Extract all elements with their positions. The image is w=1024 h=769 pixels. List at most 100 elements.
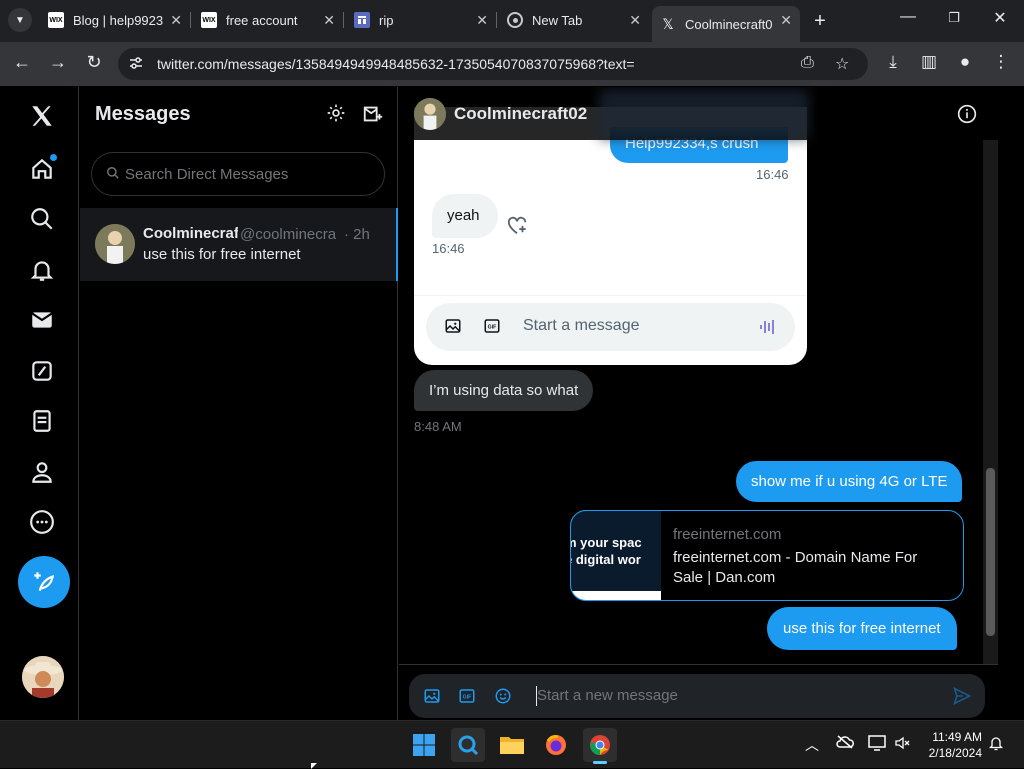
- feather-plus-icon: [34, 572, 55, 591]
- notification-bell-icon[interactable]: [988, 735, 1004, 754]
- back-icon[interactable]: ←: [10, 52, 34, 73]
- tab-search-button[interactable]: ▼: [8, 8, 32, 32]
- address-bar[interactable]: twitter.com/messages/1358494949948485632…: [118, 48, 868, 80]
- windows-start-icon[interactable]: [407, 728, 441, 762]
- chevron-up-icon[interactable]: ︿: [805, 735, 819, 755]
- account-avatar[interactable]: [22, 656, 64, 698]
- menu-icon[interactable]: ⋮: [990, 52, 1012, 72]
- tab-coolminecraft[interactable]: 𝕏 Coolminecraft0 ✕: [652, 6, 800, 42]
- more-icon[interactable]: [22, 502, 62, 542]
- tab-title: free account: [226, 12, 298, 28]
- close-window-icon[interactable]: ✕: [990, 8, 1010, 28]
- emoji-icon[interactable]: [494, 687, 512, 710]
- chat-header: Coolminecraft02: [399, 87, 998, 140]
- display-icon[interactable]: [868, 735, 886, 754]
- tab-rip[interactable]: rip ✕: [346, 6, 496, 34]
- tab-blog[interactable]: WIX Blog | help9923 ✕: [40, 6, 190, 34]
- bookmark-star-icon[interactable]: ☆: [835, 54, 849, 74]
- x-logo-icon[interactable]: [22, 96, 62, 136]
- composer-box[interactable]: GIF Start a new message: [409, 674, 985, 718]
- message-bubble-incoming[interactable]: I’m using data so what: [414, 370, 594, 411]
- link-preview-card[interactable]: m your spac e digital wor freeinternet.c…: [570, 510, 964, 601]
- avatar: [95, 224, 135, 264]
- divider: [414, 295, 807, 296]
- mail-icon[interactable]: [22, 300, 62, 340]
- message-timestamp: 8:48 AM: [414, 419, 462, 434]
- scrollbar-thumb[interactable]: [986, 468, 995, 636]
- heart-plus-icon: [506, 215, 528, 240]
- wix-favicon-icon: WIX: [201, 12, 217, 28]
- chrome-icon: [507, 12, 523, 28]
- grok-icon[interactable]: [22, 351, 62, 391]
- download-icon[interactable]: ⤓: [882, 52, 904, 72]
- screenshot-timestamp: 16:46: [756, 167, 789, 182]
- file-explorer-icon[interactable]: [495, 728, 529, 762]
- svg-text:GIF: GIF: [463, 694, 473, 700]
- tab-separator: [190, 12, 191, 28]
- new-message-icon[interactable]: [362, 103, 386, 127]
- close-icon[interactable]: ✕: [780, 12, 792, 29]
- gif-icon[interactable]: GIF: [458, 687, 476, 710]
- form-icon: [354, 12, 370, 28]
- side-panel-icon[interactable]: ▥: [918, 52, 940, 72]
- post-button[interactable]: [18, 556, 70, 608]
- conversation-item[interactable]: Coolminecraft02 @coolminecra · 2h use th…: [80, 208, 398, 281]
- home-icon[interactable]: [22, 149, 62, 189]
- close-icon[interactable]: ✕: [170, 12, 182, 29]
- windows-taskbar: ︿ 11:49 AM 2/18/2024: [0, 720, 1024, 769]
- firefox-icon[interactable]: [539, 728, 573, 762]
- conversation-time: · 2h: [344, 226, 370, 243]
- new-tab-button[interactable]: +: [808, 10, 832, 33]
- taskbar-search-icon[interactable]: [451, 728, 485, 762]
- bell-icon[interactable]: [22, 250, 62, 290]
- volume-muted-icon[interactable]: [894, 735, 910, 754]
- messages-panel: Messages Search Direct Messages Coolmine…: [80, 87, 398, 720]
- profile-icon[interactable]: ●: [954, 52, 976, 72]
- tab-title: Blog | help9923: [73, 12, 163, 28]
- chat-contact-name[interactable]: Coolminecraft02: [454, 104, 587, 124]
- lists-icon[interactable]: [22, 401, 62, 441]
- shared-screenshot-image[interactable]: Help992334,s crush 16:46 yeah 16:46 GIF …: [414, 107, 807, 365]
- voice-icon: [758, 317, 778, 342]
- forward-icon[interactable]: →: [46, 52, 70, 73]
- search-placeholder: Search Direct Messages: [125, 166, 289, 183]
- avatar[interactable]: [414, 98, 446, 130]
- send-icon[interactable]: [952, 686, 972, 711]
- image-icon: [444, 317, 462, 340]
- site-info-icon[interactable]: [128, 55, 144, 74]
- thumbnail-text: m your spac: [571, 535, 642, 550]
- chrome-taskbar-icon[interactable]: [583, 728, 617, 764]
- minimize-icon[interactable]: —: [898, 8, 918, 26]
- close-icon[interactable]: ✕: [323, 12, 335, 29]
- notification-dot: [50, 154, 57, 161]
- message-bubble-outgoing[interactable]: show me if u using 4G or LTE: [736, 461, 963, 502]
- install-app-icon[interactable]: ⎙: [801, 54, 814, 72]
- tab-free-account[interactable]: WIX free account ✕: [193, 6, 343, 34]
- chat-panel: Coolminecraft02 Help992334,s crush 16:46…: [399, 87, 998, 720]
- settings-gear-icon[interactable]: [326, 103, 350, 127]
- screenshot-composer-placeholder: Start a message: [523, 317, 640, 334]
- tab-new-tab[interactable]: New Tab ✕: [499, 6, 649, 34]
- profile-icon[interactable]: [22, 452, 62, 492]
- reload-icon[interactable]: ↻: [82, 52, 106, 73]
- close-icon[interactable]: ✕: [629, 12, 641, 29]
- twitter-left-nav: [0, 87, 79, 720]
- browser-window: ▼ WIX Blog | help9923 ✕ WIX free account…: [0, 0, 1024, 720]
- close-icon[interactable]: ✕: [476, 12, 488, 29]
- search-dm-input[interactable]: Search Direct Messages: [91, 152, 385, 196]
- search-icon[interactable]: [22, 199, 62, 239]
- clock-time: 11:49 AM: [932, 730, 982, 744]
- message-bubble-outgoing[interactable]: use this for free internet: [767, 607, 957, 650]
- search-icon: [106, 166, 120, 185]
- system-clock[interactable]: 11:49 AM 2/18/2024: [918, 729, 982, 761]
- restore-icon[interactable]: ❐: [944, 10, 964, 26]
- cloud-offline-icon[interactable]: [836, 735, 854, 752]
- mouse-cursor: [311, 763, 317, 769]
- screenshot-incoming-bubble: yeah: [432, 194, 498, 238]
- screenshot-composer: GIF Start a message: [426, 303, 795, 351]
- tab-strip: ▼ WIX Blog | help9923 ✕ WIX free account…: [0, 0, 1024, 42]
- tab-separator: [343, 12, 344, 28]
- info-icon[interactable]: [957, 104, 977, 129]
- image-icon[interactable]: [423, 687, 441, 710]
- screenshot-timestamp: 16:46: [432, 241, 465, 256]
